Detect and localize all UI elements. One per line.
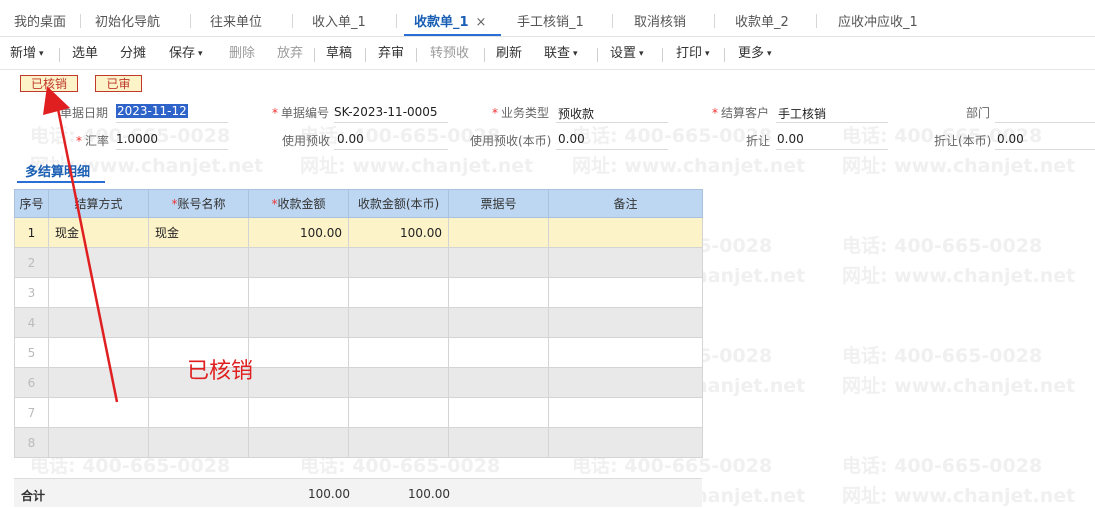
annotation-label: 已核销 xyxy=(187,359,254,384)
annotation-arrow xyxy=(43,86,119,403)
arrow-line xyxy=(55,103,119,403)
arrow-head xyxy=(43,86,70,115)
